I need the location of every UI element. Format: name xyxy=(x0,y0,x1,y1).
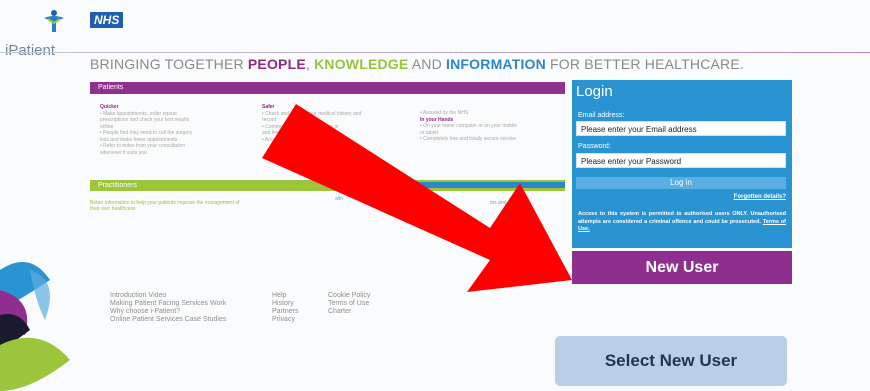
password-label: Password: xyxy=(578,143,611,150)
side-note-2: ms and xyxy=(490,200,507,206)
login-panel: Login Email address: Please enter your E… xyxy=(572,80,792,248)
practitioners-text: Better information to help your patients… xyxy=(90,200,240,212)
footer-links-col3: Cookie Policy Terms of Use Charter xyxy=(328,292,370,316)
patients-col-quicker: Quicker • Make appointments, order repea… xyxy=(100,104,193,156)
footer-link[interactable]: Why choose i-Patient? xyxy=(110,308,226,316)
ipatient-figure-icon xyxy=(44,10,64,32)
email-field[interactable]: Please enter your Email address xyxy=(576,121,786,136)
brand-tagline-small: ··········· xyxy=(60,46,71,50)
footer-link[interactable]: Terms of Use xyxy=(328,300,370,308)
blue-section-strip xyxy=(330,182,565,188)
nhs-badge: NHS xyxy=(90,12,124,28)
footer-link[interactable]: History xyxy=(272,300,298,308)
footer-link[interactable]: Privacy xyxy=(272,316,298,324)
footer-link[interactable]: Online Patient Services Case Studies xyxy=(110,316,226,324)
brand-name: iPatient xyxy=(5,42,56,59)
patients-col-in-your-hands: • Assured by the NHS In your Hands • On … xyxy=(420,110,518,142)
login-title: Login xyxy=(576,83,613,100)
access-warning: Access to this system is permitted to au… xyxy=(578,211,786,232)
select-new-user-callout: Select New User xyxy=(555,336,787,386)
footer-link[interactable]: Help xyxy=(272,292,298,300)
patients-section-header: Patients xyxy=(90,82,565,94)
page-tagline: BRINGING TOGETHER PEOPLE, KNOWLEDGE AND … xyxy=(90,56,744,72)
ipatient-logo[interactable]: NHS iPatient ··········· xyxy=(2,6,124,59)
footer-links-col2: Help History Partners Privacy xyxy=(272,292,298,324)
footer-link[interactable]: Charter xyxy=(328,308,370,316)
login-button[interactable]: Log in xyxy=(576,177,786,189)
new-user-button[interactable]: New User xyxy=(572,251,792,284)
footer-link[interactable]: Partners xyxy=(272,308,298,316)
footer-link[interactable]: Making Patient Facing Services Work xyxy=(110,300,226,308)
decorative-swoosh xyxy=(0,262,70,391)
footer-link[interactable]: Cookie Policy xyxy=(328,292,370,300)
header-rule xyxy=(0,52,870,53)
side-note: alth xyxy=(335,196,344,202)
forgotten-details-link[interactable]: Forgotten details? xyxy=(734,194,786,200)
footer-links-col1: Introduction Video Making Patient Facing… xyxy=(110,292,226,324)
patients-col-safer: Safer • Check and correct your medical h… xyxy=(262,104,362,143)
password-field[interactable]: Please enter your Password xyxy=(576,153,786,168)
email-label: Email address: xyxy=(578,112,625,119)
footer-link[interactable]: Introduction Video xyxy=(110,292,226,300)
